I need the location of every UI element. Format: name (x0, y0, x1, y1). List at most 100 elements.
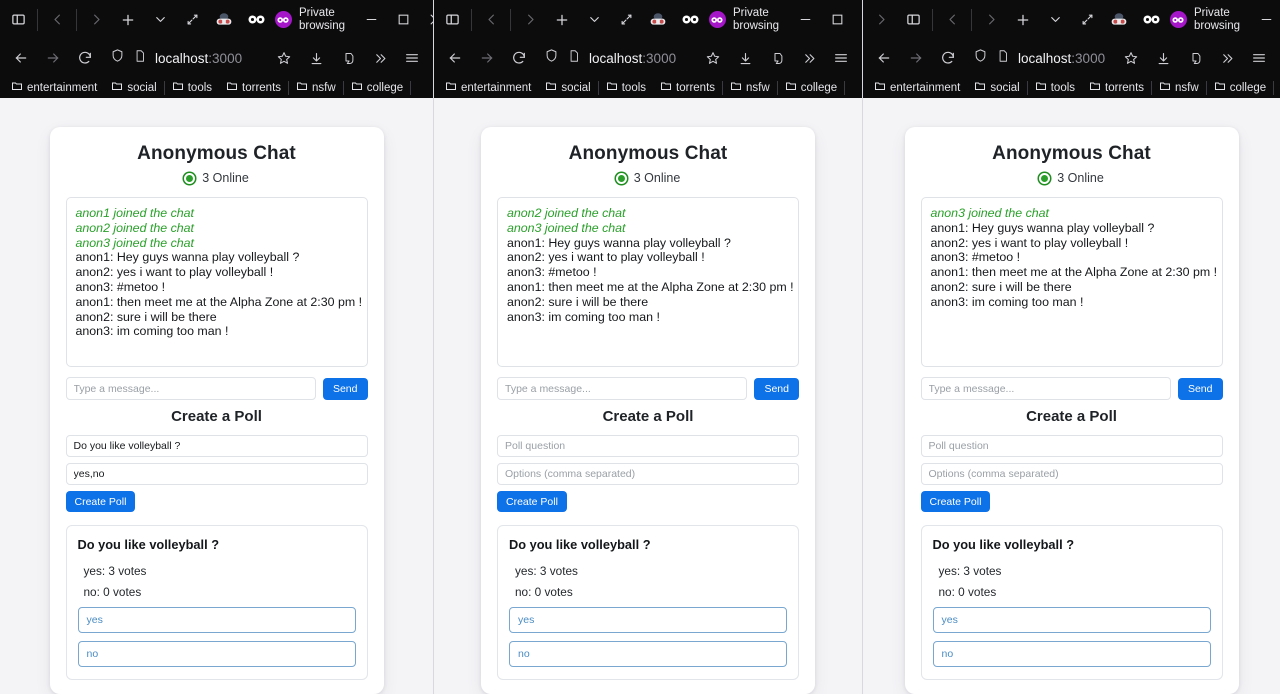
bookmark-entertainment[interactable]: entertainment (867, 78, 967, 97)
create-poll-button[interactable]: Create Poll (920, 491, 991, 512)
bookmark-entertainment[interactable]: entertainment (438, 78, 538, 97)
shield-icon[interactable] (544, 48, 559, 68)
container-mask-icon[interactable] (642, 5, 674, 35)
bookmark-social[interactable]: social (104, 78, 163, 97)
back-button[interactable] (6, 44, 36, 72)
maximize-button[interactable] (387, 5, 419, 35)
shield-icon[interactable] (973, 48, 988, 68)
close-button[interactable] (419, 5, 433, 35)
minimize-button[interactable] (789, 5, 821, 35)
reload-button[interactable] (933, 44, 963, 72)
bookmark-social[interactable]: social (538, 78, 597, 97)
message-list[interactable]: anon3 joined the chat anon1: Hey guys wan… (920, 197, 1223, 367)
reload-button[interactable] (70, 44, 100, 72)
bookmark-torrents[interactable]: torrents (219, 78, 288, 97)
back-button[interactable] (440, 44, 470, 72)
create-poll-button[interactable]: Create Poll (497, 491, 567, 512)
back-button[interactable] (869, 44, 899, 72)
overflow-chevron-icon[interactable] (1212, 44, 1242, 72)
bookmark-entertainment[interactable]: entertainment (4, 78, 104, 97)
minimize-button[interactable] (355, 5, 387, 35)
hamburger-menu-button[interactable] (1244, 44, 1274, 72)
pocket-icon[interactable] (333, 44, 363, 72)
new-tab-button[interactable] (546, 5, 578, 35)
vote-button-yes[interactable]: yes (77, 607, 356, 633)
infinity-extension-icon[interactable] (674, 5, 706, 35)
overflow-chevron-icon[interactable] (794, 44, 824, 72)
downloads-icon[interactable] (1148, 44, 1178, 72)
sidebar-toggle-icon[interactable] (436, 5, 468, 35)
expand-icon[interactable] (1071, 5, 1103, 35)
message-input[interactable] (65, 377, 316, 400)
minimize-button[interactable] (1250, 5, 1280, 35)
bookmark-college[interactable]: college (778, 78, 844, 97)
tab-forward-icon[interactable] (975, 5, 1007, 35)
bookmark-tools[interactable]: tools (1028, 78, 1082, 97)
tab-scroll-left-icon[interactable] (865, 5, 897, 35)
shield-icon[interactable] (110, 48, 125, 68)
create-poll-button[interactable]: Create Poll (65, 491, 136, 512)
hamburger-menu-button[interactable] (397, 44, 427, 72)
poll-options-input[interactable] (497, 463, 799, 485)
url-bar[interactable]: localhost:3000 (102, 44, 267, 72)
poll-options-input[interactable] (920, 463, 1223, 485)
container-mask-icon[interactable] (208, 5, 240, 35)
url-bar[interactable]: localhost:3000 (536, 44, 696, 72)
bookmark-nsfw[interactable]: nsfw (723, 78, 777, 97)
url-bar[interactable]: localhost:3000 (965, 44, 1114, 72)
vote-button-no[interactable]: no (932, 641, 1211, 667)
poll-options-input[interactable] (65, 463, 368, 485)
bookmark-star-icon[interactable] (1116, 44, 1146, 72)
reload-button[interactable] (504, 44, 534, 72)
vote-button-no[interactable]: no (77, 641, 356, 667)
sidebar-toggle-icon[interactable] (2, 5, 34, 35)
vote-button-yes[interactable]: yes (509, 607, 787, 633)
bookmark-star-icon[interactable] (698, 44, 728, 72)
tab-forward-icon[interactable] (514, 5, 546, 35)
downloads-icon[interactable] (301, 44, 331, 72)
expand-icon[interactable] (176, 5, 208, 35)
forward-button[interactable] (901, 44, 931, 72)
list-all-tabs-icon[interactable] (578, 5, 610, 35)
list-all-tabs-icon[interactable] (1039, 5, 1071, 35)
tab-forward-icon[interactable] (80, 5, 112, 35)
vote-button-yes[interactable]: yes (932, 607, 1211, 633)
new-tab-button[interactable] (1007, 5, 1039, 35)
poll-question-input[interactable] (920, 435, 1223, 457)
overflow-chevron-icon[interactable] (365, 44, 395, 72)
send-button[interactable]: Send (754, 377, 799, 400)
message-input[interactable] (920, 377, 1171, 400)
forward-button[interactable] (472, 44, 502, 72)
tab-back-icon[interactable] (475, 5, 507, 35)
infinity-extension-icon[interactable] (1135, 5, 1167, 35)
expand-icon[interactable] (610, 5, 642, 35)
pocket-icon[interactable] (1180, 44, 1210, 72)
sidebar-toggle-icon[interactable] (897, 5, 929, 35)
poll-question-input[interactable] (65, 435, 368, 457)
maximize-button[interactable] (821, 5, 853, 35)
tab-back-icon[interactable] (41, 5, 73, 35)
list-all-tabs-icon[interactable] (144, 5, 176, 35)
send-button[interactable]: Send (1177, 377, 1223, 400)
new-tab-button[interactable] (112, 5, 144, 35)
send-button[interactable]: Send (322, 377, 368, 400)
bookmark-nsfw[interactable]: nsfw (1152, 78, 1206, 97)
bookmark-torrents[interactable]: torrents (653, 78, 722, 97)
container-mask-icon[interactable] (1103, 5, 1135, 35)
bookmark-star-icon[interactable] (269, 44, 299, 72)
hamburger-menu-button[interactable] (826, 44, 856, 72)
bookmark-college[interactable]: college (344, 78, 410, 97)
message-list[interactable]: anon1 joined the chat anon2 joined the ch… (65, 197, 368, 367)
poll-question-input[interactable] (497, 435, 799, 457)
bookmark-torrents[interactable]: torrents (1082, 78, 1151, 97)
forward-button[interactable] (38, 44, 68, 72)
bookmark-nsfw[interactable]: nsfw (289, 78, 343, 97)
message-list[interactable]: anon2 joined the chat anon3 joined the ch… (497, 197, 799, 367)
message-input[interactable] (497, 377, 748, 400)
downloads-icon[interactable] (730, 44, 760, 72)
close-button[interactable] (853, 5, 862, 35)
bookmark-tools[interactable]: tools (599, 78, 653, 97)
pocket-icon[interactable] (762, 44, 792, 72)
bookmark-tools[interactable]: tools (165, 78, 219, 97)
bookmark-social[interactable]: social (967, 78, 1026, 97)
